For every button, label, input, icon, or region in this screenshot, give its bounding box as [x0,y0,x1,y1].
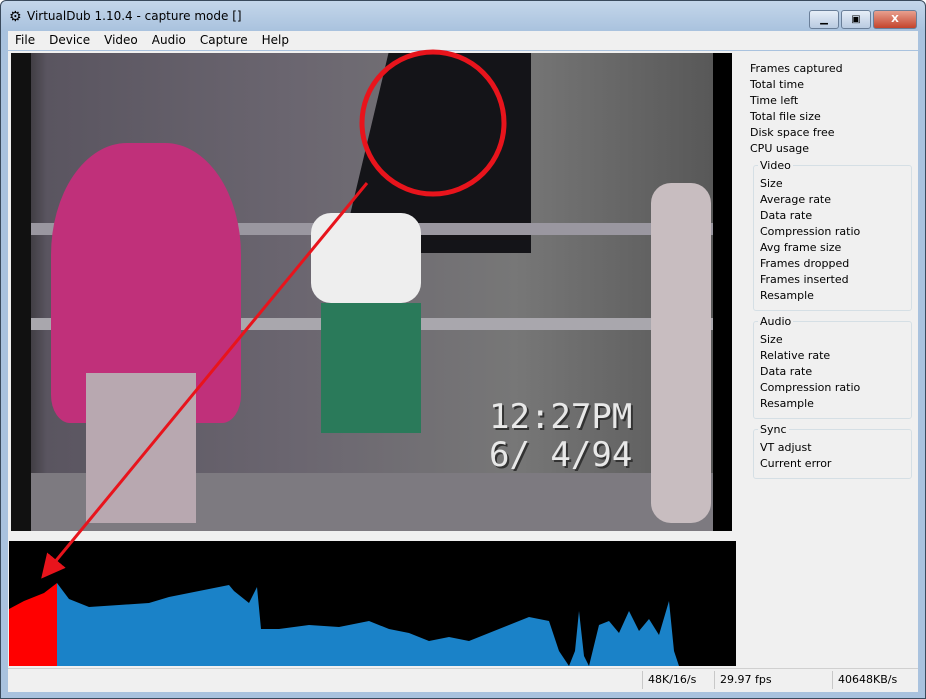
annotation-circle [359,49,507,197]
annotation-arrow [41,182,369,579]
annotation-overlay [41,49,507,579]
